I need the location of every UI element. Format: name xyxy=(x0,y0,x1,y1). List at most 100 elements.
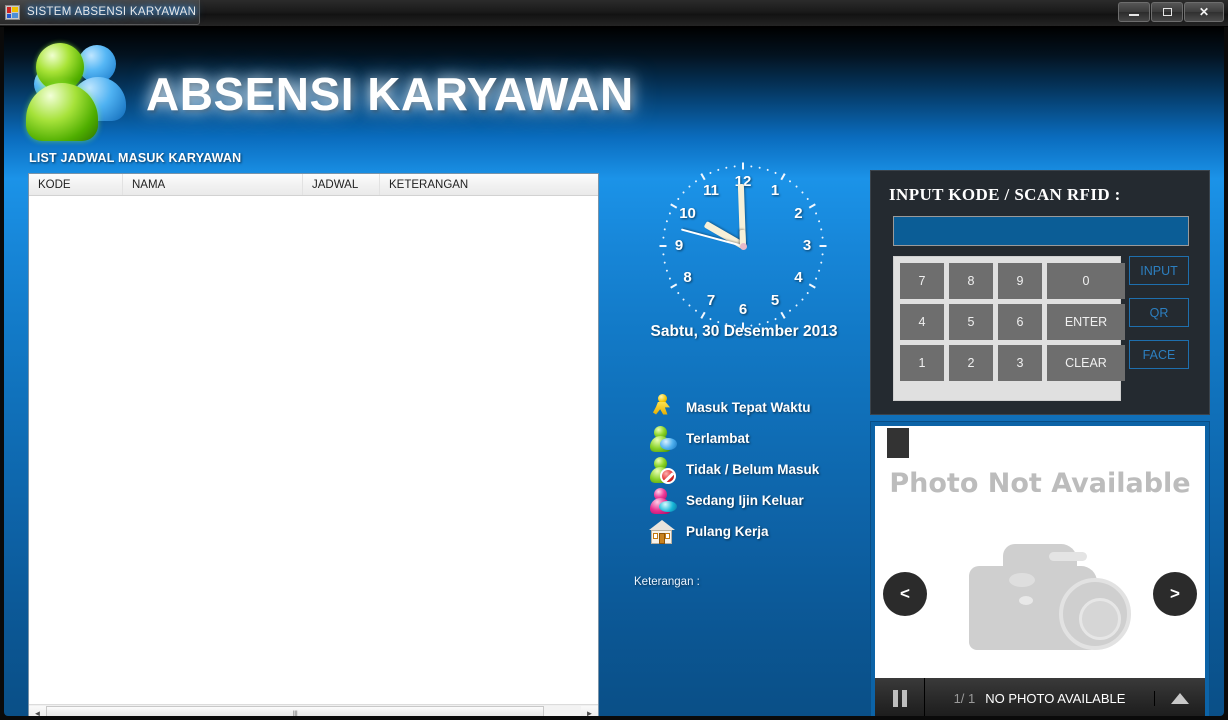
clock-tick xyxy=(662,236,665,239)
table-horizontal-scrollbar[interactable]: ◄ III ► xyxy=(29,704,598,716)
pause-icon-bar-right xyxy=(901,689,907,707)
clock-number: 11 xyxy=(703,181,719,199)
legend-item-go-home: Pulang Kerja xyxy=(647,516,877,547)
clock-date-text: Sabtu, 30 Desember 2013 xyxy=(650,323,838,340)
legend-label: Sedang Ijin Keluar xyxy=(686,493,804,508)
main-content: ABSENSI KARYAWAN LIST JADWAL MASUK KARYA… xyxy=(4,27,1224,716)
keypad-side-buttons: INPUT QR FACE xyxy=(1129,256,1189,382)
keypad-key-6[interactable]: 6 xyxy=(998,304,1042,340)
clock-tick xyxy=(733,165,736,168)
clock-tick xyxy=(821,253,824,256)
pause-button[interactable] xyxy=(875,678,925,716)
action-button-face[interactable]: FACE xyxy=(1129,340,1189,369)
column-header-jadwal[interactable]: JADWAL xyxy=(303,174,380,195)
clock-tick xyxy=(670,283,678,289)
keypad-key-3[interactable]: 3 xyxy=(998,345,1042,381)
clock-tick xyxy=(709,317,712,321)
schedule-table: KODE NAMA JADWAL KETERANGAN ◄ III ► xyxy=(28,173,599,716)
clock-number: 1 xyxy=(770,181,780,199)
clock-tick xyxy=(662,253,665,256)
column-header-keterangan[interactable]: KETERANGAN xyxy=(380,174,598,195)
clock-tick xyxy=(694,179,698,183)
clock-number: 6 xyxy=(738,301,748,318)
pause-icon-bar-left xyxy=(892,689,898,707)
keypad-key-1[interactable]: 1 xyxy=(900,345,944,381)
keterangan-label: Keterangan : xyxy=(634,576,700,588)
table-body[interactable] xyxy=(29,196,598,700)
clock-tick xyxy=(668,212,672,215)
clock-center-hub xyxy=(739,242,747,250)
house-icon xyxy=(647,518,677,546)
numeric-keypad: 7 8 9 0 4 5 6 ENTER 1 2 3 CLEAR xyxy=(893,256,1125,401)
clock-number: 7 xyxy=(706,292,716,310)
keypad-key-0[interactable]: 0 xyxy=(1047,263,1125,299)
clock-tick xyxy=(665,269,669,272)
clock-tick xyxy=(788,309,792,313)
clock-tick xyxy=(688,185,691,188)
people-group-icon xyxy=(22,41,134,151)
clock-tick xyxy=(819,245,827,247)
keypad-key-4[interactable]: 4 xyxy=(900,304,944,340)
clock-tick xyxy=(676,291,680,295)
keypad-key-9[interactable]: 9 xyxy=(998,263,1042,299)
scroll-track[interactable]: III xyxy=(46,705,581,717)
photo-expand-button[interactable] xyxy=(1155,678,1205,716)
clock-tick xyxy=(676,197,680,201)
scroll-left-arrow-icon[interactable]: ◄ xyxy=(29,705,46,716)
legend-item-absent: Tidak / Belum Masuk xyxy=(647,454,877,485)
keypad-key-enter[interactable]: ENTER xyxy=(1047,304,1125,340)
maximize-button[interactable] xyxy=(1151,2,1183,22)
keypad-key-clear[interactable]: CLEAR xyxy=(1047,345,1125,381)
clock-tick xyxy=(814,277,818,280)
keypad-key-5[interactable]: 5 xyxy=(949,304,993,340)
column-header-kode[interactable]: KODE xyxy=(29,174,123,195)
clock-tick xyxy=(814,212,818,215)
photo-status-text: NO PHOTO AVAILABLE xyxy=(985,690,1126,706)
minimize-icon xyxy=(1129,13,1139,16)
app-logo-icon xyxy=(5,4,20,20)
clock-tick xyxy=(806,197,810,201)
application-window: SISTEM ABSENSI KARYAWAN ✕ ABSENSI KARYAW… xyxy=(0,0,1228,720)
keypad-key-8[interactable]: 8 xyxy=(949,263,993,299)
scroll-grip-icon: III xyxy=(292,708,298,717)
clock-tick xyxy=(821,236,824,239)
photo-counter: 1/ 1 xyxy=(953,690,976,706)
clock-tick xyxy=(700,311,706,319)
scroll-thumb[interactable]: III xyxy=(46,705,544,717)
clock-tick xyxy=(808,283,816,289)
code-input[interactable] xyxy=(893,216,1189,246)
clock-tick xyxy=(820,261,823,264)
clock-tick xyxy=(817,220,821,223)
photo-prev-button[interactable]: < xyxy=(883,572,927,616)
action-button-qr[interactable]: QR xyxy=(1129,298,1189,327)
table-header-row: KODE NAMA JADWAL KETERANGAN xyxy=(29,174,598,196)
page-title: ABSENSI KARYAWAN xyxy=(146,68,634,120)
clock-tick xyxy=(750,165,753,168)
clock-tick xyxy=(663,261,666,264)
clock-tick xyxy=(788,179,792,183)
clock-tick xyxy=(665,220,669,223)
action-button-input[interactable]: INPUT xyxy=(1129,256,1189,285)
close-button[interactable]: ✕ xyxy=(1184,2,1224,22)
window-controls: ✕ xyxy=(1118,2,1224,22)
keypad-title: INPUT KODE / SCAN RFID : xyxy=(889,185,1121,204)
photo-placeholder-chip xyxy=(887,428,909,458)
scroll-right-arrow-icon[interactable]: ► xyxy=(581,705,598,716)
clock-tick xyxy=(682,298,685,301)
minimize-button[interactable] xyxy=(1118,2,1150,22)
clock-tick xyxy=(774,317,777,321)
clock-tick xyxy=(742,162,744,170)
clock-number: 2 xyxy=(794,205,803,222)
clock-tick xyxy=(780,173,786,181)
legend-label: Pulang Kerja xyxy=(686,524,769,539)
legend-label: Tidak / Belum Masuk xyxy=(686,462,820,477)
clock-number: 3 xyxy=(802,237,812,254)
column-header-nama[interactable]: NAMA xyxy=(123,174,303,195)
clock-tick xyxy=(670,203,678,209)
keypad-key-2[interactable]: 2 xyxy=(949,345,993,381)
photo-viewer-panel: Photo Not Available < > 1/ 1 NO PHOTO AV… xyxy=(870,421,1210,716)
photo-next-button[interactable]: > xyxy=(1153,572,1197,616)
clock-tick xyxy=(717,168,720,172)
keypad-key-7[interactable]: 7 xyxy=(900,263,944,299)
clock-tick xyxy=(795,304,798,307)
